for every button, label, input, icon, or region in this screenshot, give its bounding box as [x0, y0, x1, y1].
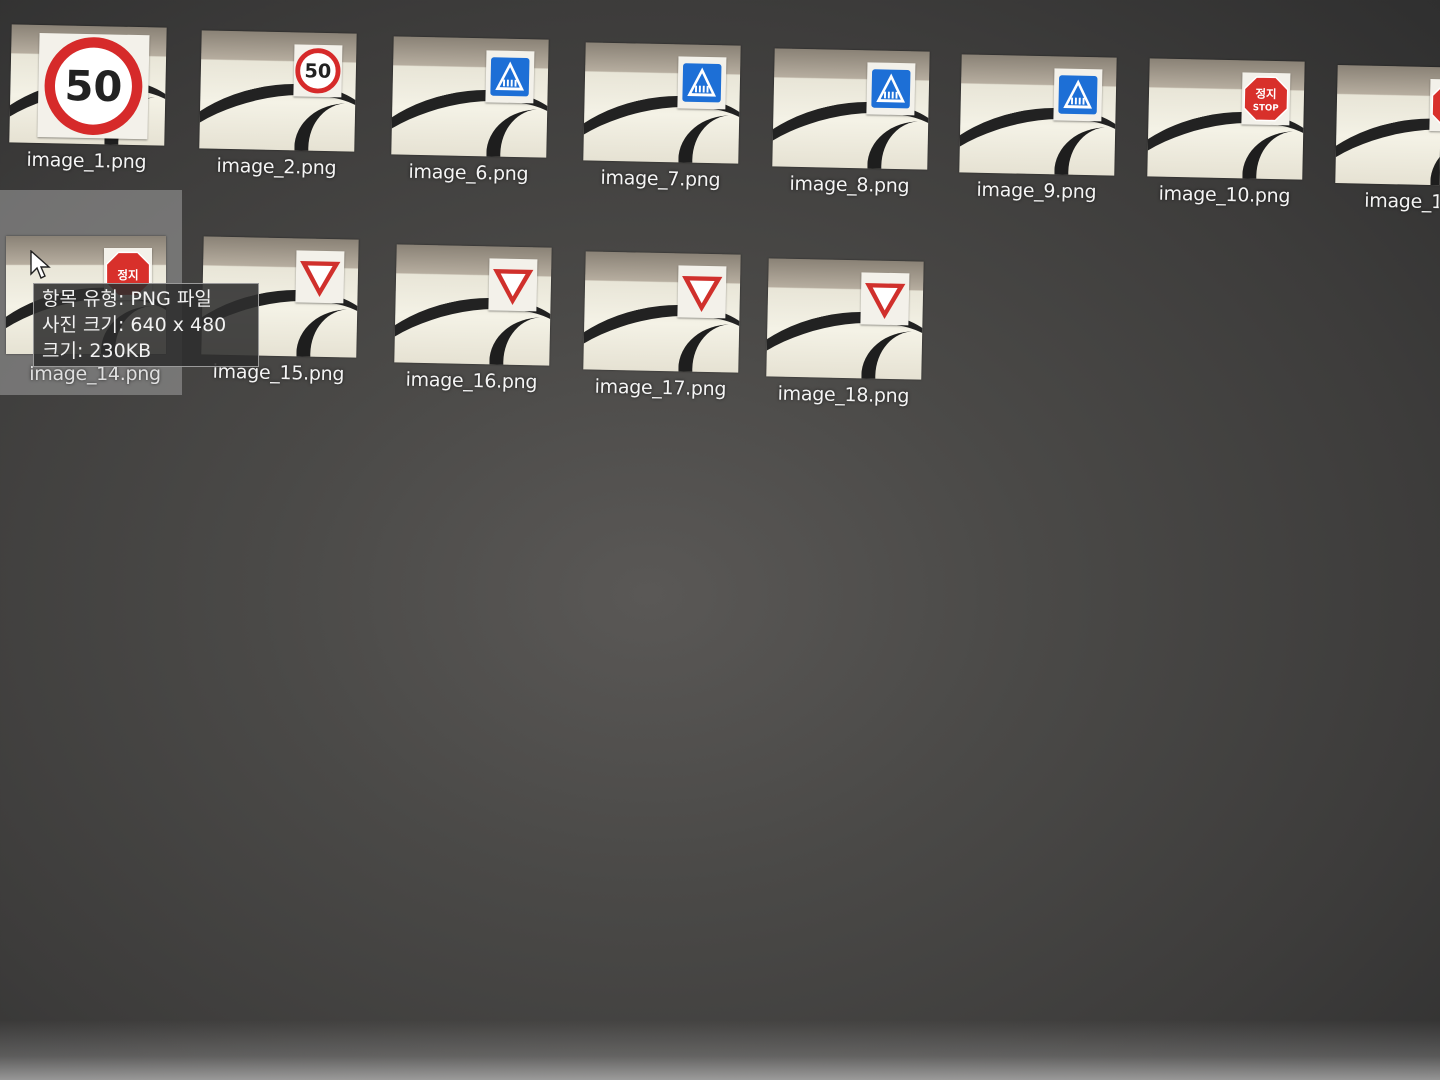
file-thumbnail	[391, 36, 549, 158]
file-name: image_6.png	[408, 160, 529, 186]
file-name: image_1.png	[26, 148, 147, 174]
mouse-pointer-icon	[30, 250, 51, 279]
file-thumbnail	[959, 54, 1117, 176]
file-name: image_9.png	[976, 178, 1097, 204]
stop-sign-icon	[1431, 82, 1440, 128]
file-thumbnail: 50	[199, 30, 357, 152]
file-item[interactable]: 정지 STOP image_10.png	[1136, 50, 1315, 234]
file-item[interactable]: image_16.png	[383, 236, 562, 420]
file-thumbnail	[766, 258, 924, 380]
file-name: image_10.png	[1158, 182, 1291, 208]
file-item[interactable]: image_7.png	[572, 34, 751, 218]
file-item[interactable]: image_9.png	[948, 46, 1127, 230]
crosswalk-sign-icon	[1058, 75, 1098, 115]
tooltip-size: 크기: 230KB	[42, 340, 152, 362]
speed-limit-50-sign-icon: 50	[295, 48, 341, 94]
file-name: image_7.png	[600, 166, 721, 192]
svg-text:정지: 정지	[117, 268, 138, 282]
yield-sign-icon	[300, 261, 341, 297]
desktop-area[interactable]: 50 image_1.png 50 image_2.png image_6.pn…	[0, 0, 1440, 1080]
crosswalk-sign-icon	[871, 69, 911, 109]
svg-text:STOP: STOP	[1253, 103, 1279, 114]
file-thumbnail: 정지 STOP	[1147, 58, 1305, 180]
file-item[interactable]: 50 image_1.png	[0, 16, 177, 200]
yield-sign-icon	[865, 283, 906, 319]
crosswalk-sign-icon	[682, 63, 722, 103]
speed-limit-50-sign-icon: 50	[44, 37, 143, 136]
file-name: image_17.png	[594, 375, 727, 401]
file-item[interactable]: image_17.png	[572, 243, 751, 427]
file-name: image_2.png	[216, 154, 337, 180]
svg-text:50: 50	[304, 59, 331, 83]
file-item[interactable]: image_11.	[1324, 57, 1440, 239]
file-name: image_8.png	[789, 172, 910, 198]
file-thumbnail	[394, 244, 552, 366]
file-name: image_16.png	[405, 368, 538, 394]
tooltip-item-type: 항목 유형: PNG 파일	[42, 288, 212, 310]
file-item[interactable]: image_8.png	[761, 40, 940, 224]
file-thumbnail	[583, 251, 741, 373]
file-item[interactable]: image_6.png	[380, 28, 559, 212]
screen-glare	[0, 1020, 1440, 1080]
yield-sign-icon	[682, 276, 723, 312]
file-thumbnail	[1335, 65, 1440, 187]
file-name: image_11.	[1364, 189, 1440, 214]
file-thumbnail: 50	[9, 24, 167, 146]
svg-text:50: 50	[64, 61, 123, 111]
file-item[interactable]: image_18.png	[755, 250, 934, 434]
svg-text:정지: 정지	[1255, 87, 1276, 101]
stop-sign-icon: 정지 STOP	[1243, 76, 1289, 122]
file-item[interactable]: 50 image_2.png	[188, 22, 367, 206]
file-name: image_18.png	[777, 382, 910, 408]
crosswalk-sign-icon	[490, 57, 530, 97]
file-thumbnail	[772, 48, 930, 170]
file-info-tooltip: 항목 유형: PNG 파일 사진 크기: 640 x 480 크기: 230KB	[33, 283, 259, 367]
tooltip-dimensions: 사진 크기: 640 x 480	[42, 314, 227, 336]
yield-sign-icon	[493, 269, 534, 305]
file-thumbnail	[583, 42, 741, 164]
